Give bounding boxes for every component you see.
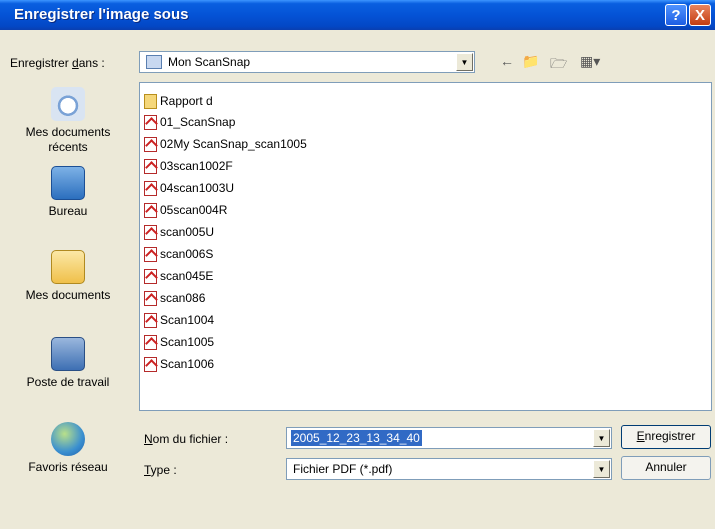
my-documents-icon — [51, 250, 85, 284]
list-item[interactable]: scan006S — [144, 244, 213, 264]
pdf-file-icon — [144, 203, 157, 219]
file-name: 03scan1002F — [160, 159, 233, 173]
places-bar: Mes documents récents Bureau Mes documen… — [8, 82, 128, 494]
file-name: Scan1006 — [160, 357, 215, 371]
pdf-file-icon — [144, 357, 157, 373]
list-item[interactable]: scan005U — [144, 222, 214, 242]
file-name: 01_ScanSnap — [160, 115, 236, 129]
save-button-accel: E — [636, 429, 645, 443]
new-folder-icon[interactable]: 🗁 — [550, 53, 567, 77]
place-desktop-label: Bureau — [48, 204, 88, 218]
list-item[interactable]: scan086 — [144, 288, 205, 308]
look-in-label-accel: d — [72, 56, 79, 70]
file-type-label-accel: T — [144, 463, 151, 477]
place-my-documents-label: Mes documents — [25, 288, 111, 302]
place-network[interactable]: Favoris réseau — [8, 422, 128, 475]
help-button[interactable]: ? — [665, 4, 687, 26]
desktop-icon — [51, 166, 85, 200]
file-name-input[interactable]: 2005_12_23_13_34_40 ▼ — [286, 427, 612, 449]
close-button[interactable]: X — [689, 4, 711, 26]
folder-icon — [146, 55, 162, 69]
file-type-select[interactable]: Fichier PDF (*.pdf) ▼ — [286, 458, 612, 480]
look-in-combobox[interactable]: Mon ScanSnap ▼ — [139, 51, 475, 73]
list-item[interactable]: 05scan004R — [144, 200, 227, 220]
file-name: 04scan1003U — [160, 181, 235, 195]
file-name: scan045E — [160, 269, 214, 283]
pdf-file-icon — [144, 225, 157, 241]
look-in-label: Enregistrer dans : — [10, 56, 105, 70]
file-name-label-rest: om du fichier : — [152, 432, 229, 446]
pdf-file-icon — [144, 115, 157, 131]
pdf-file-icon — [144, 247, 157, 263]
place-my-computer-label: Poste de travail — [26, 375, 110, 389]
file-name-label-accel: N — [144, 432, 153, 446]
network-places-icon — [51, 422, 85, 456]
file-type-value: Fichier PDF (*.pdf) — [293, 462, 393, 476]
file-name-label: Nom du fichier : — [144, 432, 228, 446]
file-name: Scan1005 — [160, 335, 215, 349]
file-name: 02My ScanSnap_scan1005 — [160, 137, 307, 151]
look-in-dropdown-button[interactable]: ▼ — [456, 53, 473, 71]
cancel-button[interactable]: Annuler — [621, 456, 711, 480]
place-recent-documents-label: Mes documents récents — [25, 125, 111, 154]
pdf-file-icon — [144, 291, 157, 307]
file-name: scan086 — [160, 291, 206, 305]
file-name-value: 2005_12_23_13_34_40 — [291, 430, 422, 446]
up-folder-icon[interactable]: 📁 — [522, 53, 539, 70]
file-type-label: Type : — [144, 463, 177, 477]
pdf-file-icon — [144, 335, 157, 351]
file-name: scan006S — [160, 247, 214, 261]
pdf-file-icon — [144, 269, 157, 285]
look-in-value: Mon ScanSnap — [168, 55, 251, 69]
file-type-label-rest: ype : — [150, 463, 177, 477]
my-computer-icon — [51, 337, 85, 371]
place-desktop[interactable]: Bureau — [8, 166, 128, 219]
look-in-label-prefix: Enregistrer — [10, 56, 73, 70]
list-item[interactable]: 02My ScanSnap_scan1005 — [144, 134, 307, 154]
list-item[interactable]: scan045E — [144, 266, 213, 286]
pdf-file-icon — [144, 137, 157, 153]
list-item[interactable]: 04scan1003U — [144, 178, 234, 198]
pdf-file-icon — [144, 181, 157, 197]
file-name: Rapport d — [160, 94, 213, 108]
place-my-computer[interactable]: Poste de travail — [8, 337, 128, 390]
save-button-label: nregistrer — [644, 429, 696, 443]
title-bar: Enregistrer l'image sous ? X — [0, 0, 715, 30]
file-list[interactable]: Rapport d 01_ScanSnap 02My ScanSnap_scan… — [139, 82, 712, 411]
list-item[interactable]: Scan1005 — [144, 332, 214, 352]
file-name-dropdown-button[interactable]: ▼ — [593, 429, 610, 447]
list-item[interactable]: Scan1006 — [144, 354, 214, 374]
file-name: scan005U — [160, 225, 215, 239]
window-title: Enregistrer l'image sous — [14, 6, 189, 23]
recent-documents-icon — [51, 87, 85, 121]
file-name: 05scan004R — [160, 203, 228, 217]
file-type-dropdown-button[interactable]: ▼ — [593, 460, 610, 478]
place-recent-documents[interactable]: Mes documents récents — [8, 87, 128, 155]
pdf-file-icon — [144, 159, 157, 175]
pdf-file-icon — [144, 313, 157, 329]
place-my-documents[interactable]: Mes documents — [8, 250, 128, 303]
view-menu-icon[interactable]: ▦▾ — [580, 53, 600, 70]
place-network-label: Favoris réseau — [28, 460, 108, 474]
look-in-label-suffix: ans : — [78, 56, 105, 70]
back-arrow-icon[interactable]: ← — [500, 53, 514, 69]
list-item[interactable]: 01_ScanSnap — [144, 112, 235, 132]
save-button[interactable]: Enregistrer — [621, 425, 711, 449]
file-name: Scan1004 — [160, 313, 215, 327]
folder-icon — [144, 94, 157, 110]
list-item[interactable]: Scan1004 — [144, 310, 214, 330]
list-item[interactable]: Rapport d — [144, 91, 213, 111]
list-item[interactable]: 03scan1002F — [144, 156, 233, 176]
